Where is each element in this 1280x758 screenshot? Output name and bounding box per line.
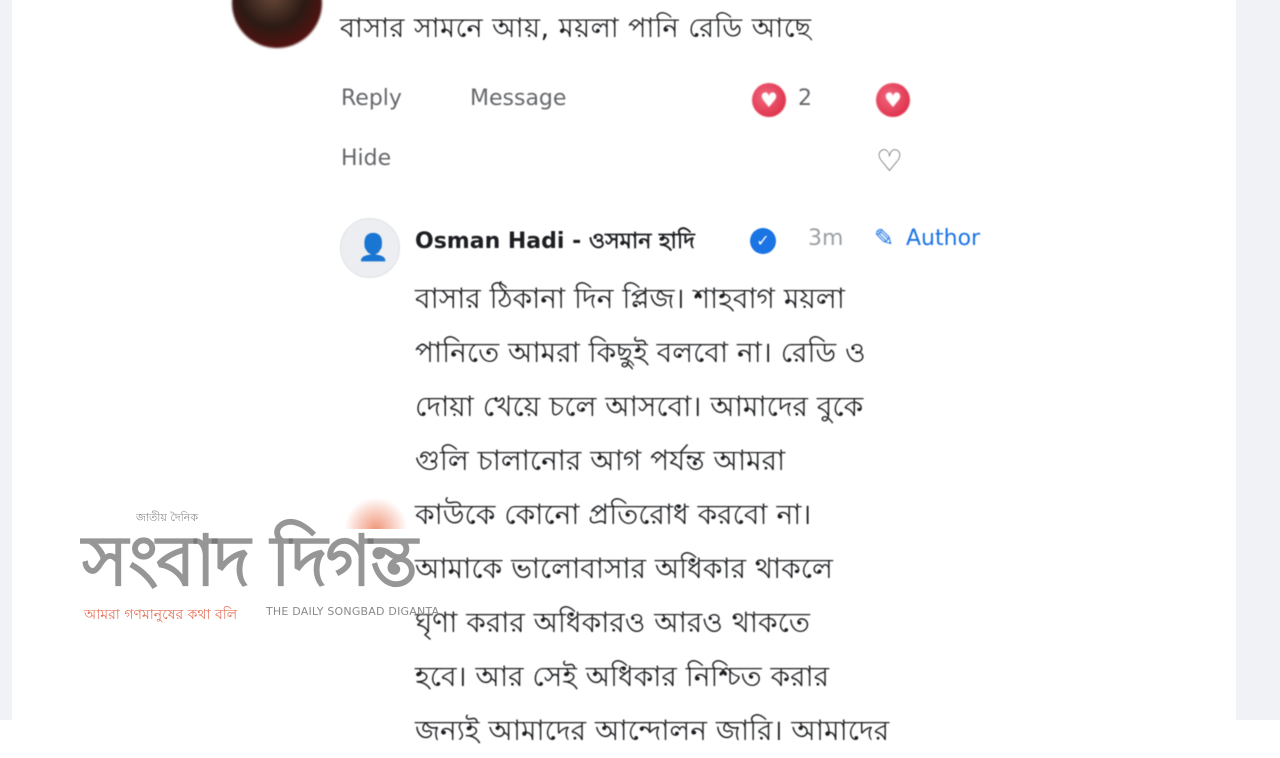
reply-text-line: বাসার ঠিকানা দিন প্লিজ। শাহবাগ ময়লা — [415, 282, 845, 315]
reply-text-line: কাউকে কোনো প্রতিরোধ করবো না। — [415, 498, 812, 531]
author-badge: Author — [906, 226, 981, 251]
verified-badge-icon: ✓ — [750, 228, 776, 254]
message-button[interactable]: Message — [470, 86, 566, 111]
reply-text-line: হবে। আর সেই অধিকার নিশ্চিত করার — [415, 660, 830, 693]
reply-text-line: ঘৃণা করার অধিকারও আরও থাকতে — [415, 606, 810, 639]
pencil-icon: ✎ — [874, 224, 895, 252]
person-icon: 👤 — [357, 233, 390, 263]
watermark-title: সংবাদ দিগন্ত — [82, 520, 418, 602]
reply-text-line: জন্যই আমাদের আন্দোলন জারি। আমাদের — [415, 714, 890, 747]
reply-button[interactable]: Reply — [341, 86, 402, 111]
reply-text-line: দোয়া খেয়ে চলে আসবো। আমাদের বুকে — [415, 390, 864, 423]
reply-author-name[interactable]: Osman Hadi - ওসমান হাদি — [415, 224, 695, 261]
comment-text: বাসার সামনে আয়, ময়লা পানি রেডি আছে — [340, 13, 812, 44]
reply-text-line: গুলি চালানোর আগ পর্যন্ত আমরা — [415, 444, 786, 477]
watermark-tagline: আমরা গণমানুষের কথা বলি — [84, 607, 238, 623]
watermark-english-name: THE DAILY SONGBAD DIGANTA — [266, 605, 440, 618]
newspaper-watermark: জাতীয় দৈনিক সংবাদ দিগন্ত আমরা গণমানুষের… — [82, 495, 439, 625]
reply-text-line: পানিতে আমরা কিছুই বলবো না। রেডি ও — [415, 336, 866, 369]
like-icon[interactable]: ♡ — [876, 144, 903, 179]
page-background-left — [0, 0, 12, 720]
page-background-right — [1236, 0, 1280, 720]
heart-reaction-icon[interactable]: ♥ — [752, 83, 786, 117]
heart-reaction-icon[interactable]: ♥ — [876, 83, 910, 117]
reaction-count[interactable]: 2 — [798, 86, 812, 111]
commenter-avatar[interactable] — [232, 0, 322, 48]
reply-timestamp[interactable]: 3m — [808, 226, 843, 251]
hide-button[interactable]: Hide — [341, 146, 391, 171]
reply-text: বাসার ঠিকানা দিন প্লিজ। শাহবাগ ময়লা পান… — [415, 272, 1015, 758]
reply-author-avatar[interactable]: 👤 — [340, 218, 400, 278]
reply-text-line: আমাকে ভালোবাসার অধিকার থাকলে — [415, 552, 833, 585]
